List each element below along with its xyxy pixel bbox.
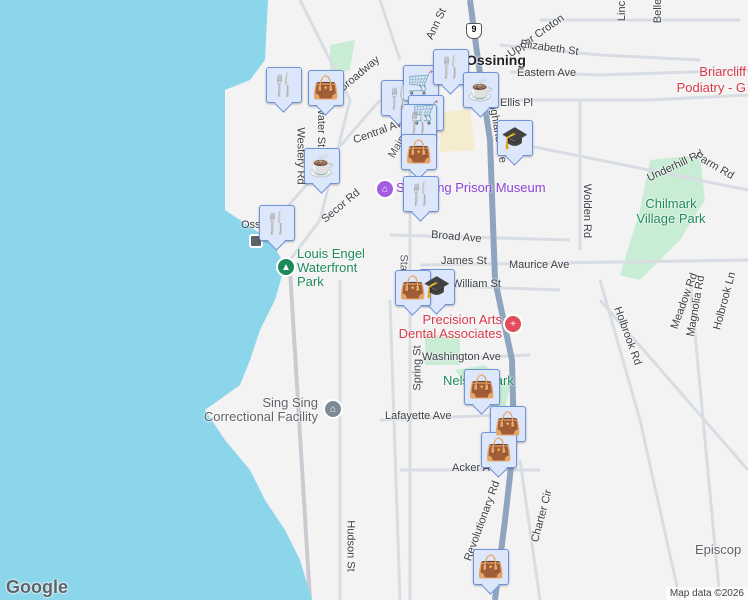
fork-knife-icon: 🍴 xyxy=(405,109,433,134)
shopping-marker[interactable]: 👜 xyxy=(481,432,517,468)
restaurant-marker[interactable]: 🍴 xyxy=(403,176,439,212)
street-label: Ellis Pl xyxy=(500,97,534,109)
poi-dental-label[interactable]: Precision Arts Dental Associates xyxy=(382,313,502,341)
shopping-marker[interactable]: 👜 xyxy=(473,549,509,585)
map-attribution[interactable]: Map data ©2026 xyxy=(665,587,748,600)
shopping-bag-icon: 👜 xyxy=(468,374,496,399)
shopping-bag-icon: 👜 xyxy=(312,75,340,100)
shopping-bag-icon: 👜 xyxy=(405,139,433,164)
shopping-marker[interactable]: 👜 xyxy=(464,369,500,405)
cafe-marker[interactable]: ☕ xyxy=(463,72,499,108)
street-label: Wolden Rd xyxy=(581,183,594,239)
cafe-marker[interactable]: ☕ xyxy=(304,148,340,184)
poi-waterfront-park-label[interactable]: Louis Engel Waterfront Park xyxy=(297,247,377,289)
landmark-icon[interactable]: ⌂ xyxy=(323,399,343,419)
street-label: Lafayette Ave xyxy=(385,410,452,422)
street-label: Washington Ave xyxy=(422,351,501,363)
shopping-marker[interactable]: 👜 xyxy=(308,70,344,106)
museum-icon[interactable]: ⌂ xyxy=(375,179,395,199)
street-label: James St xyxy=(441,255,487,267)
street-label: William St xyxy=(452,278,501,290)
shopping-marker[interactable]: 👜 xyxy=(395,270,431,306)
route-9-shield: 9 xyxy=(466,23,482,39)
shopping-bag-icon: 👜 xyxy=(477,554,505,579)
restaurant-marker[interactable]: 🍴 xyxy=(266,67,302,103)
fork-knife-icon: 🍴 xyxy=(437,54,465,79)
poi-sing-sing-label[interactable]: Sing Sing Correctional Facility xyxy=(190,396,318,424)
coffee-cup-icon: ☕ xyxy=(467,77,495,102)
shopping-bag-icon: 👜 xyxy=(399,275,427,300)
poi-chilmark-park-label[interactable]: Chilmark Village Park xyxy=(626,196,716,226)
shopping-bag-icon: 👜 xyxy=(485,437,513,462)
fork-knife-icon: 🍴 xyxy=(407,181,435,206)
street-label: Hudson St xyxy=(344,520,357,572)
street-label: Maurice Ave xyxy=(509,259,570,271)
coffee-cup-icon: ☕ xyxy=(308,153,336,178)
map-canvas[interactable] xyxy=(0,0,748,600)
school-marker[interactable]: 🎓 xyxy=(497,120,533,156)
poi-podiatry-label[interactable]: Briarcliff Podiatry - G xyxy=(656,64,746,96)
park-tree-icon[interactable]: ▲ xyxy=(276,257,296,277)
graduation-cap-icon: 🎓 xyxy=(423,274,451,299)
medical-icon[interactable]: + xyxy=(503,314,523,334)
graduation-cap-icon: 🎓 xyxy=(501,125,529,150)
street-label: Linc xyxy=(616,0,629,22)
fork-knife-icon: 🍴 xyxy=(263,210,291,235)
shopping-marker[interactable]: 👜 xyxy=(401,134,437,170)
street-label: Eastern Ave xyxy=(517,67,577,79)
shopping-cart-icon: 🛒 xyxy=(407,70,435,95)
google-logo: Google xyxy=(6,577,68,597)
restaurant-marker[interactable]: 🍴 xyxy=(259,205,295,241)
poi-episcopal-label: Episcop xyxy=(695,542,742,557)
street-label: Spring St xyxy=(411,345,424,391)
fork-knife-icon: 🍴 xyxy=(270,72,298,97)
shopping-bag-icon: 👜 xyxy=(494,411,522,436)
street-label: Belle xyxy=(652,0,665,24)
